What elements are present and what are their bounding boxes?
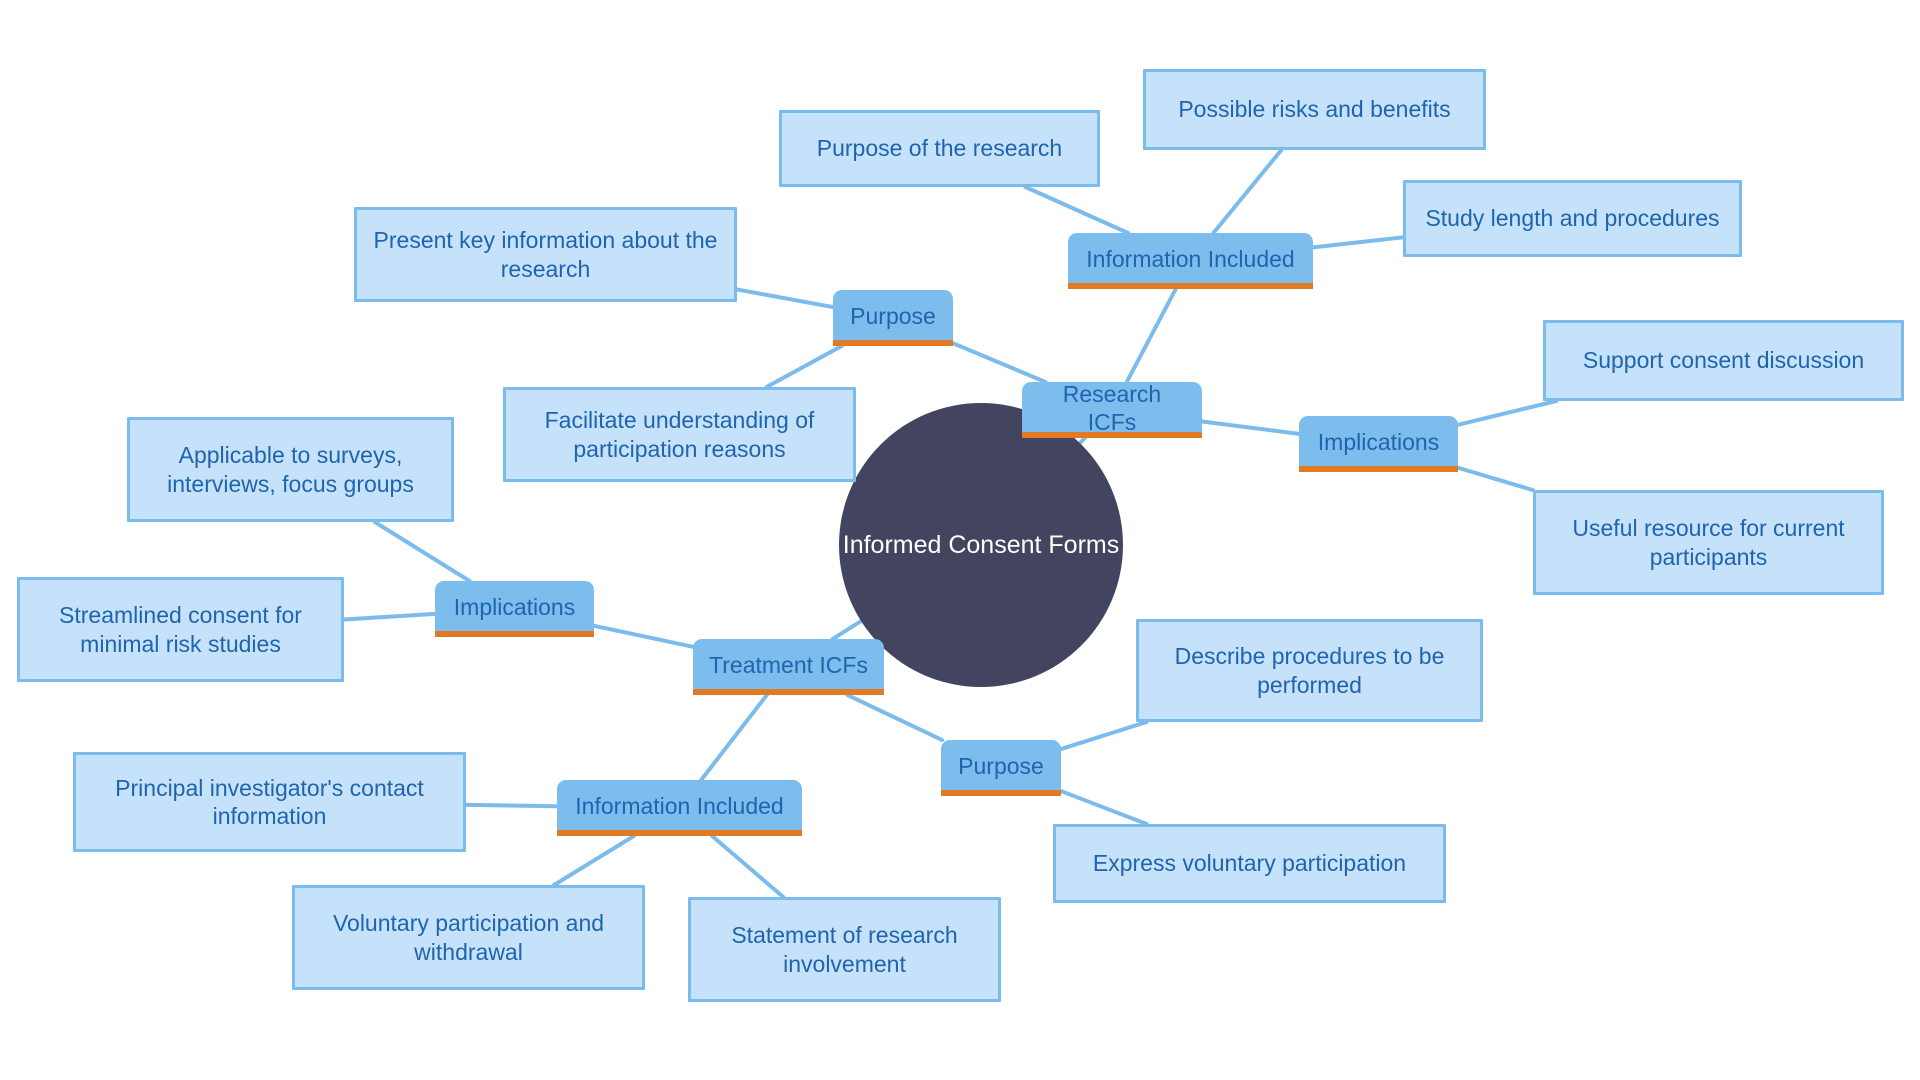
node-leaf-streamlined[interactable]: Streamlined consent for minimal risk stu… [17, 577, 344, 682]
edge-r-implications-to-leaf-support [1456, 399, 1559, 427]
node-label: Useful resource for current participants [1572, 515, 1845, 570]
node-label: Possible risks and benefits [1178, 96, 1451, 123]
edge-r-purpose-to-leaf-present-key [735, 287, 835, 310]
node-r-purpose[interactable]: Purpose [833, 290, 953, 346]
node-leaf-describe[interactable]: Describe procedures to be performed [1136, 619, 1483, 722]
edge-t-info-to-leaf-statement [710, 834, 786, 899]
node-label: Principal investigator's contact informa… [115, 774, 424, 829]
node-treatment-icfs[interactable]: Treatment ICFs [693, 639, 884, 695]
node-leaf-applicable[interactable]: Applicable to surveys, interviews, focus… [127, 417, 454, 522]
node-label: Information Included [575, 792, 784, 819]
node-label: Information Included [1086, 245, 1295, 272]
node-leaf-present-key[interactable]: Present key information about the resear… [354, 207, 737, 302]
edge-t-info-to-leaf-voluntary-w [552, 834, 636, 887]
edge-r-info-to-leaf-purpose-res [1023, 185, 1131, 235]
node-label: Applicable to surveys, interviews, focus… [167, 442, 414, 497]
edge-t-purpose-to-leaf-express [1059, 789, 1149, 826]
node-leaf-risks[interactable]: Possible risks and benefits [1143, 69, 1486, 150]
node-label: Support consent discussion [1582, 347, 1865, 374]
node-leaf-study-length[interactable]: Study length and procedures [1403, 180, 1742, 257]
node-label: Study length and procedures [1425, 205, 1720, 232]
node-label: Purpose of the research [816, 135, 1063, 162]
edge-center-to-treatment-icfs [830, 619, 864, 641]
edge-r-purpose-to-leaf-facilitate [764, 344, 844, 389]
node-label: Statement of research involvement [731, 922, 958, 977]
node-leaf-pi-contact[interactable]: Principal investigator's contact informa… [73, 752, 466, 852]
node-leaf-facilitate[interactable]: Facilitate understanding of participatio… [503, 387, 856, 482]
edge-r-info-to-leaf-risks [1211, 148, 1284, 235]
node-leaf-statement[interactable]: Statement of research involvement [688, 897, 1001, 1002]
edge-treatment-icfs-to-t-purpose [845, 693, 945, 742]
node-t-purpose[interactable]: Purpose [941, 740, 1061, 796]
edge-t-purpose-to-leaf-describe [1059, 720, 1149, 752]
edge-t-info-to-leaf-pi-contact [464, 802, 559, 809]
node-r-implications[interactable]: Implications [1299, 416, 1458, 472]
node-label: Treatment ICFs [709, 651, 868, 678]
edge-t-implications-to-leaf-applicable [372, 520, 472, 583]
node-research-icfs[interactable]: Research ICFs [1022, 380, 1202, 438]
edge-research-icfs-to-r-implications [1200, 419, 1301, 436]
edge-treatment-icfs-to-t-implications [592, 623, 695, 649]
node-t-info[interactable]: Information Included [557, 780, 802, 836]
node-label: Implications [1317, 428, 1440, 455]
edge-research-icfs-to-r-purpose [951, 341, 1048, 384]
edge-treatment-icfs-to-t-info [699, 693, 769, 782]
edge-center-to-research-icfs [1077, 436, 1087, 446]
node-label: Present key information about the resear… [373, 227, 718, 282]
mindmap-canvas: Informed Consent Forms Research ICFs Treat… [0, 0, 1920, 1080]
node-label: Purpose [958, 752, 1044, 779]
node-label: Voluntary participation and withdrawal [332, 910, 605, 965]
node-label: Purpose [850, 302, 936, 329]
edge-t-implications-to-leaf-streamlined [342, 611, 437, 622]
node-label: Research ICFs [1062, 380, 1162, 435]
node-leaf-support[interactable]: Support consent discussion [1543, 320, 1904, 401]
node-leaf-voluntary-w[interactable]: Voluntary participation and withdrawal [292, 885, 645, 990]
node-leaf-purpose-res[interactable]: Purpose of the research [779, 110, 1100, 187]
node-label: Streamlined consent for minimal risk stu… [59, 602, 302, 657]
edge-research-icfs-to-r-info [1124, 287, 1178, 384]
node-label: Describe procedures to be performed [1174, 643, 1445, 698]
node-label: Facilitate understanding of participatio… [544, 407, 815, 462]
node-label: Implications [453, 593, 576, 620]
node-t-implications[interactable]: Implications [435, 581, 594, 637]
central-node-label: Informed Consent Forms [842, 530, 1120, 559]
node-r-info[interactable]: Information Included [1068, 233, 1313, 289]
edge-r-implications-to-leaf-useful [1456, 465, 1535, 493]
edge-r-info-to-leaf-study-length [1311, 235, 1405, 250]
node-leaf-useful[interactable]: Useful resource for current participants [1533, 490, 1884, 595]
node-label: Express voluntary participation [1092, 850, 1407, 877]
node-leaf-express[interactable]: Express voluntary participation [1053, 824, 1446, 903]
